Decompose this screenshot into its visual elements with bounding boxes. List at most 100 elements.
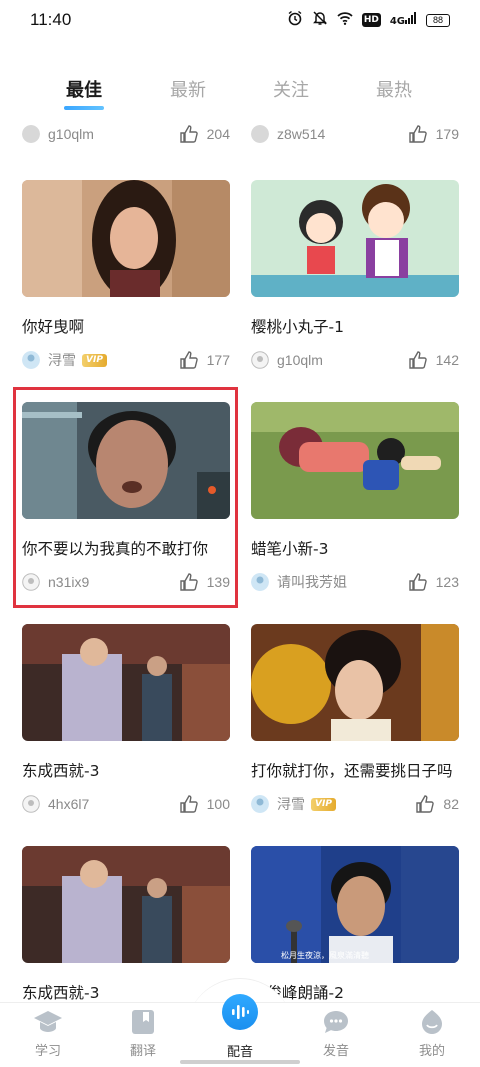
video-thumbnail[interactable]: 松月生夜涼，風泉滿清聽 xyxy=(251,846,459,963)
like-count: 82 xyxy=(443,796,459,812)
video-card[interactable]: 东成西就-3 4hx6l7 100 xyxy=(22,624,230,813)
user-name[interactable]: 浔雪 xyxy=(48,350,76,370)
vip-badge: VIP xyxy=(311,797,336,811)
like-button[interactable]: 177 xyxy=(179,350,230,370)
avatar[interactable] xyxy=(22,573,40,591)
avatar xyxy=(251,125,269,143)
video-title[interactable]: 东成西就-3 xyxy=(22,759,99,781)
card-meta: 浔雪 VIP 177 xyxy=(22,350,230,370)
avatar[interactable] xyxy=(251,573,269,591)
video-title[interactable]: 你不要以为我真的不敢打你 xyxy=(22,537,208,559)
video-thumbnail[interactable] xyxy=(251,624,459,741)
subtitle-caption: 松月生夜涼，風泉滿清聽 xyxy=(281,951,369,960)
video-thumbnail[interactable] xyxy=(22,624,230,741)
wifi-icon xyxy=(337,10,353,30)
avatar[interactable] xyxy=(251,795,269,813)
nav-profile[interactable]: 我的 xyxy=(397,1008,467,1059)
vip-badge: VIP xyxy=(82,353,107,367)
thumbs-up-icon xyxy=(179,795,198,813)
like-count: 177 xyxy=(206,352,230,368)
mute-bell-icon xyxy=(312,10,328,30)
nav-label: 学习 xyxy=(34,1044,61,1059)
user-name: g10qlm xyxy=(48,126,94,142)
nav-pronunciation[interactable]: 发音 xyxy=(301,1008,371,1059)
avatar[interactable] xyxy=(22,795,40,813)
video-feed[interactable]: g10qlm 204 z8w514 179 你好曳啊 浔雪 VIP 177 樱桃… xyxy=(0,120,480,1002)
video-thumbnail[interactable] xyxy=(251,402,459,519)
video-title[interactable]: 你好曳啊 xyxy=(22,315,84,337)
video-card[interactable]: 打你就打你，还需要挑日子吗 浔雪 VIP 82 xyxy=(251,624,459,813)
tab-following[interactable]: 关注 xyxy=(273,76,309,102)
video-title[interactable]: 樱桃小丸子-1 xyxy=(251,315,344,337)
video-card[interactable]: 樱桃小丸子-1 g10qlm 142 xyxy=(251,180,459,369)
like-count[interactable]: 204 xyxy=(179,124,230,144)
video-card[interactable]: 你好曳啊 浔雪 VIP 177 xyxy=(22,180,230,369)
user-name: z8w514 xyxy=(277,126,326,142)
alarm-icon xyxy=(287,10,303,30)
card-meta: 浔雪 VIP 82 xyxy=(251,794,459,814)
video-card[interactable]: 松月生夜涼，風泉滿清聽 林俊峰朗誦-2 xyxy=(251,846,459,1002)
nav-label: 我的 xyxy=(418,1044,445,1059)
like-button[interactable]: 100 xyxy=(179,794,230,814)
feed-tabs: 最佳 最新 关注 最热 xyxy=(0,76,480,116)
card-meta: 请叫我芳姐 123 xyxy=(251,572,459,592)
like-count: 142 xyxy=(435,352,459,368)
like-count: 123 xyxy=(435,574,459,590)
nav-translate[interactable]: 翻译 xyxy=(108,1008,178,1059)
like-count[interactable]: 179 xyxy=(408,124,459,144)
thumbs-up-icon xyxy=(408,573,427,591)
like-button[interactable]: 142 xyxy=(408,350,459,370)
video-card-highlighted[interactable]: 你不要以为我真的不敢打你 n31ix9 139 xyxy=(22,402,230,591)
video-title[interactable]: 蜡笔小新-3 xyxy=(251,537,328,559)
video-title[interactable]: 东成西就-3 xyxy=(22,981,99,1002)
battery-indicator: 88 xyxy=(426,13,450,27)
like-button[interactable]: 82 xyxy=(415,794,459,814)
card-meta: n31ix9 139 xyxy=(22,572,230,592)
status-icons: HD 4G 88 xyxy=(287,10,450,30)
cellular-signal: 4G xyxy=(389,11,417,29)
network-type: 4G xyxy=(389,15,405,27)
card-meta: 4hx6l7 100 xyxy=(22,794,230,814)
video-thumbnail[interactable] xyxy=(251,180,459,297)
tab-newest[interactable]: 最新 xyxy=(170,76,206,102)
active-tab-indicator xyxy=(64,106,104,110)
thumbs-up-icon xyxy=(408,351,427,369)
video-thumbnail[interactable] xyxy=(22,846,230,963)
nav-label: 翻译 xyxy=(129,1044,156,1059)
tab-hottest[interactable]: 最热 xyxy=(376,76,412,102)
partial-card-meta: g10qlm 204 xyxy=(22,124,230,144)
nav-label: 发音 xyxy=(322,1044,349,1059)
nav-learn[interactable]: 学习 xyxy=(13,1008,83,1059)
video-card[interactable]: 蜡笔小新-3 请叫我芳姐 123 xyxy=(251,402,459,591)
user-name[interactable]: 浔雪 xyxy=(277,794,305,814)
video-title[interactable]: 打你就打你，还需要挑日子吗 xyxy=(251,759,453,781)
avatar[interactable] xyxy=(22,351,40,369)
dubbing-center-button[interactable] xyxy=(222,994,258,1030)
avatar[interactable] xyxy=(251,351,269,369)
like-button[interactable]: 139 xyxy=(179,572,230,592)
profile-icon xyxy=(422,1010,442,1034)
user-name[interactable]: n31ix9 xyxy=(48,574,89,590)
like-count: 100 xyxy=(206,796,230,812)
graduation-cap-icon xyxy=(34,1011,62,1032)
thumbs-up-icon xyxy=(179,125,198,143)
user-name[interactable]: 4hx6l7 xyxy=(48,796,89,812)
user-name[interactable]: g10qlm xyxy=(277,352,323,368)
video-thumbnail[interactable] xyxy=(22,402,230,519)
thumbs-up-icon xyxy=(408,125,427,143)
video-card[interactable]: 东成西就-3 xyxy=(22,846,230,1002)
hd-badge: HD xyxy=(361,13,381,27)
nav-label-dubbing[interactable]: 配音 xyxy=(205,1041,275,1060)
tab-best[interactable]: 最佳 xyxy=(66,76,102,102)
video-thumbnail[interactable] xyxy=(22,180,230,297)
home-indicator[interactable] xyxy=(180,1060,300,1064)
user-name[interactable]: 请叫我芳姐 xyxy=(277,572,347,592)
status-time: 11:40 xyxy=(30,10,72,29)
status-bar: 11:40 HD 4G 88 xyxy=(0,0,480,42)
avatar xyxy=(22,125,40,143)
like-button[interactable]: 123 xyxy=(408,572,459,592)
bookmark-icon xyxy=(132,1010,154,1034)
chat-bubble-icon xyxy=(324,1011,348,1033)
thumbs-up-icon xyxy=(179,351,198,369)
partial-card-meta: z8w514 179 xyxy=(251,124,459,144)
